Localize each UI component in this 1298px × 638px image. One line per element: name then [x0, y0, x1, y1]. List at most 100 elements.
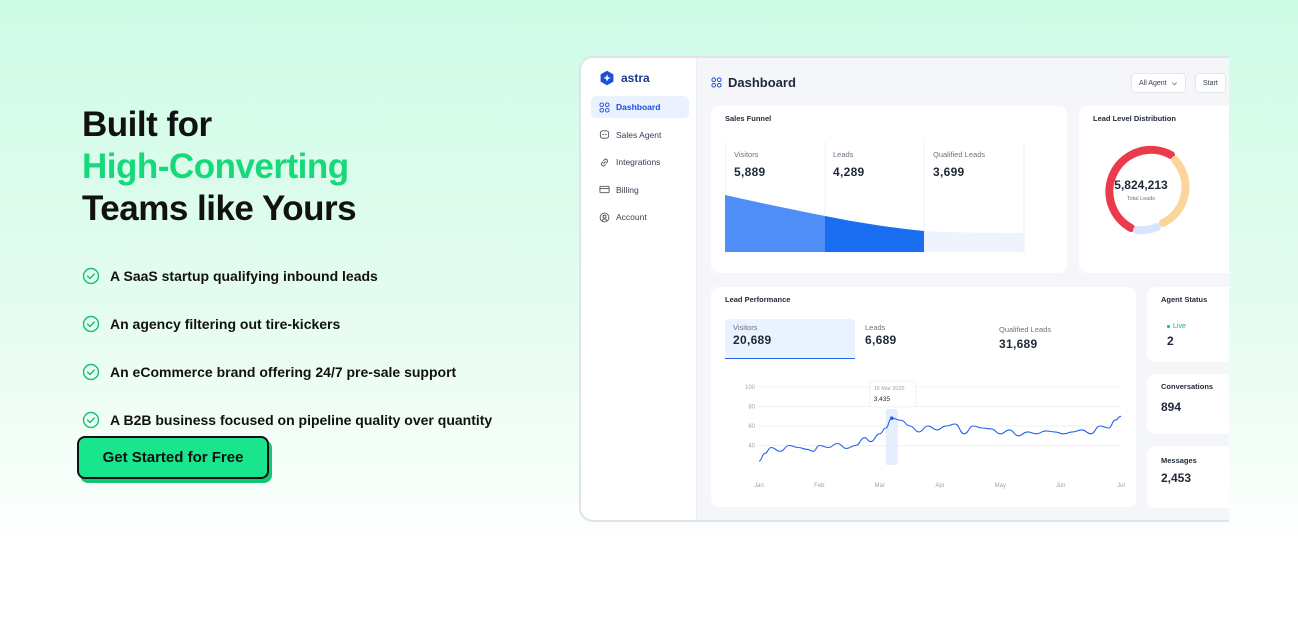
card-icon [599, 185, 610, 194]
brand-name: astra [621, 71, 650, 85]
hero-line-1: Built for [82, 105, 212, 144]
metric-value: 31,689 [999, 337, 1038, 351]
agent-filter-label: All Agent [1139, 79, 1167, 87]
metric-label: Leads [833, 150, 854, 159]
link-icon [600, 158, 609, 166]
y-tick-label: 100 [745, 385, 756, 391]
sidebar-item-label: Sales Agent [616, 129, 662, 140]
sidebar-item-account[interactable]: Account [591, 206, 689, 228]
total-leads-value: 5,824,213 [1114, 178, 1168, 192]
x-tick-label: Mar [874, 483, 884, 489]
card-title: Conversations [1161, 382, 1214, 391]
metric-value: 5,889 [734, 165, 766, 179]
sidebar-item-sales-agent[interactable]: Sales Agent [591, 124, 689, 146]
y-tick-label: 60 [748, 424, 755, 430]
lead-performance-line-chart: 100 80 60 40 Jan Feb Mar Apr May Jun Jul 15 Mar 2… [745, 380, 1125, 489]
sidebar-item-integrations[interactable]: Integrations [591, 151, 689, 173]
funnel-segment-leads [825, 216, 924, 252]
benefit-text: A B2B business focused on pipeline quali… [110, 412, 493, 428]
hero-section: Built for High-Converting Teams like You… [82, 104, 552, 444]
metric-value: 3,699 [933, 165, 965, 179]
sidebar-item-label: Dashboard [616, 102, 661, 112]
start-date-picker[interactable]: Start [1195, 73, 1226, 93]
live-dot-icon [1167, 325, 1170, 328]
tab-qualified-leads[interactable]: Qualified Leads 31,689 [999, 325, 1051, 351]
page-title-text: Dashboard [728, 75, 796, 90]
astra-logo-icon [600, 70, 614, 86]
x-tick-label: Jun [1056, 483, 1066, 489]
card-title: Agent Status [1161, 295, 1208, 304]
sidebar-item-label: Integrations [616, 157, 661, 167]
card-title: Sales Funnel [725, 114, 772, 123]
donut-center: 5,824,213 Total Leads [1091, 178, 1191, 202]
agent-icon [599, 130, 610, 139]
agent-count: 2 [1167, 334, 1174, 348]
card-title: Messages [1161, 456, 1197, 465]
benefit-item: An agency filtering out tire-kickers [82, 300, 552, 348]
conversations-card: Conversations 894 [1147, 374, 1229, 434]
metric-label: Leads [865, 323, 886, 332]
funnel-segment-visitors [725, 195, 825, 252]
funnel-segment-qualified [924, 231, 1024, 252]
sidebar-item-dashboard[interactable]: Dashboard [591, 96, 689, 118]
metric-value: 4,289 [833, 165, 865, 179]
chevron-down-icon [1171, 81, 1177, 85]
status-badge: Live [1167, 323, 1186, 330]
metric-label: Visitors [734, 150, 759, 159]
x-tick-label: Apr [935, 483, 944, 489]
agent-filter-dropdown[interactable]: All Agent [1131, 73, 1186, 93]
tooltip-value: 3,435 [874, 396, 891, 403]
dashboard-preview: astra Dashboard Sales Agent Integrations… [579, 56, 1229, 522]
y-tick-label: 80 [748, 405, 755, 411]
messages-card: Messages 2,453 [1147, 446, 1229, 508]
sales-funnel-card: Sales Funnel Visitors 5,889 Leads 4,289 … [711, 106, 1067, 273]
grid-icon [711, 77, 722, 88]
tab-leads[interactable]: Leads 6,689 [865, 323, 897, 347]
status-text: Live [1173, 323, 1186, 330]
check-circle-icon [82, 267, 100, 285]
funnel-metric-leads: Leads 4,289 [833, 150, 865, 179]
hero-heading: Built for High-Converting Teams like You… [82, 104, 552, 230]
benefit-item: An eCommerce brand offering 24/7 pre-sal… [82, 348, 552, 396]
benefit-text: An eCommerce brand offering 24/7 pre-sal… [110, 364, 457, 380]
sidebar-nav: Dashboard Sales Agent Integrations Billi… [591, 96, 689, 234]
sidebar: astra Dashboard Sales Agent Integrations… [581, 58, 697, 520]
grid-icon [599, 101, 610, 113]
brand-logo[interactable]: astra [599, 70, 650, 86]
tab-visitors[interactable]: Visitors 20,689 [725, 319, 855, 359]
x-tick-label: May [995, 483, 1006, 489]
benefit-list: A SaaS startup qualifying inbound leads … [82, 252, 552, 444]
user-circle-icon [599, 212, 610, 222]
metric-value: 6,689 [865, 333, 897, 347]
check-circle-icon [82, 363, 100, 381]
agent-status-card: Agent Status Live 2 [1147, 287, 1229, 362]
page-title: Dashboard [711, 75, 796, 90]
sidebar-item-label: Billing [616, 184, 639, 195]
tooltip-box [869, 380, 917, 408]
sidebar-item-billing[interactable]: Billing [591, 179, 689, 201]
check-circle-icon [82, 411, 100, 429]
tooltip-date: 15 Mar 2025 [874, 386, 905, 392]
metric-label: Qualified Leads [933, 150, 986, 159]
benefit-text: A SaaS startup qualifying inbound leads [110, 268, 378, 284]
hero-line-2: High-Converting [82, 147, 349, 186]
messages-count: 2,453 [1161, 471, 1192, 485]
metric-value: 20,689 [733, 333, 772, 347]
sidebar-item-label: Account [616, 212, 647, 222]
hero-line-3: Teams like Yours [82, 189, 357, 228]
get-started-button[interactable]: Get Started for Free [77, 436, 269, 479]
benefit-text: An agency filtering out tire-kickers [110, 316, 341, 332]
funnel-metric-visitors: Visitors 5,889 [734, 150, 766, 179]
x-tick-label: Jul [1117, 483, 1125, 489]
y-tick-label: 40 [748, 444, 755, 450]
card-title: Lead Performance [725, 295, 791, 304]
lead-level-card: Lead Level Distribution 5,824,213 Total … [1079, 106, 1229, 273]
metric-label: Qualified Leads [999, 325, 1052, 334]
lead-performance-card: Lead Performance Visitors 20,689 Leads 6… [711, 287, 1136, 507]
funnel-metric-qualified: Qualified Leads 3,699 [933, 150, 985, 179]
x-tick-label: Feb [814, 483, 825, 489]
card-title: Lead Level Distribution [1093, 114, 1176, 123]
donut-segment-blue [1133, 223, 1161, 235]
series-line-visitors [758, 415, 1122, 462]
conversations-count: 894 [1161, 400, 1182, 414]
